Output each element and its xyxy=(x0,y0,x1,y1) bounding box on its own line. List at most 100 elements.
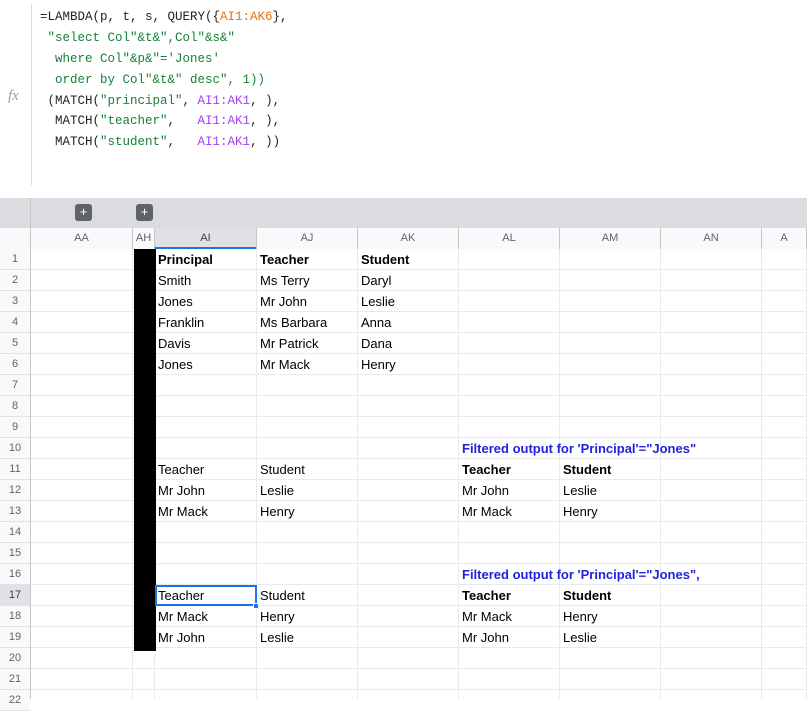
row-header-19[interactable]: 19 xyxy=(0,627,30,648)
cell-AK1[interactable]: Student xyxy=(358,249,459,270)
row-header-17[interactable]: 17 xyxy=(0,585,30,606)
gridline-vertical xyxy=(761,249,762,699)
fill-handle[interactable] xyxy=(253,603,259,609)
cell-AI4[interactable]: Franklin xyxy=(155,312,257,333)
formula-line-4: order by Col"&t&" desc", 1)) xyxy=(40,70,800,91)
cell-AL18[interactable]: Mr Mack xyxy=(459,606,560,627)
row-header-12[interactable]: 12 xyxy=(0,480,30,501)
cell-AM18[interactable]: Henry xyxy=(560,606,661,627)
column-header-row: AA AH AI AJ AK AL AM AN A xyxy=(0,228,807,250)
cell-AI13[interactable]: Mr Mack xyxy=(155,501,257,522)
cell-AL12[interactable]: Mr John xyxy=(459,480,560,501)
expand-column-group-2[interactable]: + xyxy=(136,204,153,221)
cell-AI2[interactable]: Smith xyxy=(155,270,257,291)
column-header-ao[interactable]: A xyxy=(762,228,807,249)
column-header-aa[interactable]: AA xyxy=(31,228,133,249)
formula-token: AI1:AK6 xyxy=(220,10,273,24)
column-header-aj[interactable]: AJ xyxy=(257,228,358,249)
row-header-10[interactable]: 10 xyxy=(0,438,30,459)
row-header-20[interactable]: 20 xyxy=(0,648,30,669)
formula-token: AI1:AK1 xyxy=(197,114,251,129)
gridline-horizontal xyxy=(31,689,807,690)
cell-AI18[interactable]: Mr Mack xyxy=(155,606,257,627)
row-header-8[interactable]: 8 xyxy=(0,396,30,417)
column-header-ai[interactable]: AI xyxy=(155,228,257,249)
cell-AK6[interactable]: Henry xyxy=(358,354,459,375)
cell-AK4[interactable]: Anna xyxy=(358,312,459,333)
formula-line-1: =LAMBDA(p, t, s, QUERY({AI1:AK6}, xyxy=(40,7,800,28)
column-header-ah[interactable]: AH xyxy=(133,228,155,249)
column-header-an[interactable]: AN xyxy=(661,228,762,249)
column-header-am[interactable]: AM xyxy=(560,228,661,249)
formula-bar-divider xyxy=(31,4,32,185)
cell-AM13[interactable]: Henry xyxy=(560,501,661,522)
cell-AI19[interactable]: Mr John xyxy=(155,627,257,648)
formula-token: }, xyxy=(272,10,288,24)
cell-AI17[interactable]: Teacher xyxy=(155,585,257,606)
column-header-al[interactable]: AL xyxy=(459,228,560,249)
row-header-15[interactable]: 15 xyxy=(0,543,30,564)
cell-AI12[interactable]: Mr John xyxy=(155,480,257,501)
formula-token: MATCH( xyxy=(40,114,101,129)
cell-AI1[interactable]: Principal xyxy=(155,249,257,270)
cell-AJ13[interactable]: Henry xyxy=(257,501,358,522)
spreadsheet-grid[interactable]: Principal Teacher Student Smith Ms Terry Dary… xyxy=(31,249,807,699)
row-header-16[interactable]: 16 xyxy=(0,564,30,585)
cell-AL16[interactable]: Filtered output for 'Principal'="Jones", xyxy=(459,564,700,585)
row-header-18[interactable]: 18 xyxy=(0,606,30,627)
expand-column-group-1[interactable]: + xyxy=(75,204,92,221)
row-header-6[interactable]: 6 xyxy=(0,354,30,375)
formula-token: "student" xyxy=(100,135,168,150)
cell-AL19[interactable]: Mr John xyxy=(459,627,560,648)
column-header-ak[interactable]: AK xyxy=(358,228,459,249)
formula-bar[interactable]: fx =LAMBDA(p, t, s, QUERY({AI1:AK6}, "se… xyxy=(0,0,807,190)
cell-AM17[interactable]: Student xyxy=(560,585,661,606)
cell-AI5[interactable]: Davis xyxy=(155,333,257,354)
row-header-3[interactable]: 3 xyxy=(0,291,30,312)
row-header-13[interactable]: 13 xyxy=(0,501,30,522)
cell-AJ1[interactable]: Teacher xyxy=(257,249,358,270)
row-header-9[interactable]: 9 xyxy=(0,417,30,438)
cell-AJ17[interactable]: Student xyxy=(257,585,358,606)
cell-AJ18[interactable]: Henry xyxy=(257,606,358,627)
cell-AJ11[interactable]: Student xyxy=(257,459,358,480)
formula-token: , xyxy=(167,135,198,150)
cell-AM19[interactable]: Leslie xyxy=(560,627,661,648)
cell-AI3[interactable]: Jones xyxy=(155,291,257,312)
cell-AL13[interactable]: Mr Mack xyxy=(459,501,560,522)
formula-input[interactable]: =LAMBDA(p, t, s, QUERY({AI1:AK6}, "selec… xyxy=(40,7,800,153)
cell-AJ19[interactable]: Leslie xyxy=(257,627,358,648)
cell-AL17[interactable]: Teacher xyxy=(459,585,560,606)
row-header-11[interactable]: 11 xyxy=(0,459,30,480)
cell-AJ2[interactable]: Ms Terry xyxy=(257,270,358,291)
row-header-column: 1 2 3 4 5 6 7 8 9 10 11 12 13 14 15 16 17 18 19 20 21 22 xyxy=(0,249,31,711)
cell-AK3[interactable]: Leslie xyxy=(358,291,459,312)
hidden-column-block xyxy=(134,249,156,651)
row-header-1[interactable]: 1 xyxy=(0,249,30,270)
row-header-4[interactable]: 4 xyxy=(0,312,30,333)
formula-token: , xyxy=(167,114,198,129)
cell-AJ6[interactable]: Mr Mack xyxy=(257,354,358,375)
row-header-21[interactable]: 21 xyxy=(0,669,30,690)
select-all-corner[interactable] xyxy=(0,228,31,249)
row-header-14[interactable]: 14 xyxy=(0,522,30,543)
cell-AI6[interactable]: Jones xyxy=(155,354,257,375)
cell-AM11[interactable]: Student xyxy=(560,459,661,480)
cell-AJ4[interactable]: Ms Barbara xyxy=(257,312,358,333)
cell-AJ3[interactable]: Mr John xyxy=(257,291,358,312)
row-header-2[interactable]: 2 xyxy=(0,270,30,291)
cell-AL10[interactable]: Filtered output for 'Principal'="Jones" xyxy=(459,438,696,459)
cell-AK5[interactable]: Dana xyxy=(358,333,459,354)
cell-AK2[interactable]: Daryl xyxy=(358,270,459,291)
cell-AJ5[interactable]: Mr Patrick xyxy=(257,333,358,354)
formula-line-7: MATCH("student", AI1:AK1, )) xyxy=(40,132,800,153)
formula-token: "principal" xyxy=(100,93,183,108)
cell-AL11[interactable]: Teacher xyxy=(459,459,560,480)
cell-AI11[interactable]: Teacher xyxy=(155,459,257,480)
formula-token: , ), xyxy=(250,93,281,108)
row-header-22[interactable]: 22 xyxy=(0,690,30,711)
cell-AM12[interactable]: Leslie xyxy=(560,480,661,501)
row-header-7[interactable]: 7 xyxy=(0,375,30,396)
cell-AJ12[interactable]: Leslie xyxy=(257,480,358,501)
row-header-5[interactable]: 5 xyxy=(0,333,30,354)
